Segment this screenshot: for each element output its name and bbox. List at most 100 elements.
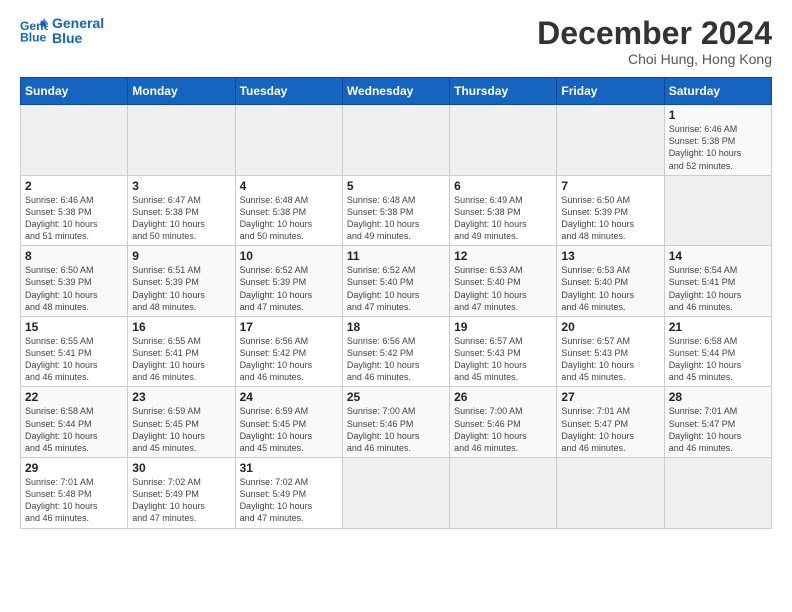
day-cell: 9Sunrise: 6:51 AM Sunset: 5:39 PM Daylig… <box>128 246 235 317</box>
week-row-6: 29Sunrise: 7:01 AM Sunset: 5:48 PM Dayli… <box>21 458 772 529</box>
day-detail: Sunrise: 6:58 AM Sunset: 5:44 PM Dayligh… <box>669 335 767 384</box>
col-header-monday: Monday <box>128 78 235 105</box>
day-detail: Sunrise: 6:54 AM Sunset: 5:41 PM Dayligh… <box>669 264 767 313</box>
day-detail: Sunrise: 6:56 AM Sunset: 5:42 PM Dayligh… <box>240 335 338 384</box>
day-number: 11 <box>347 249 445 263</box>
week-row-3: 8Sunrise: 6:50 AM Sunset: 5:39 PM Daylig… <box>21 246 772 317</box>
logo-icon: General Blue <box>20 17 48 45</box>
day-number: 28 <box>669 390 767 404</box>
day-number: 8 <box>25 249 123 263</box>
calendar-body: 1Sunrise: 6:46 AM Sunset: 5:38 PM Daylig… <box>21 105 772 528</box>
day-number: 4 <box>240 179 338 193</box>
day-cell: 2Sunrise: 6:46 AM Sunset: 5:38 PM Daylig… <box>21 175 128 246</box>
day-cell: 17Sunrise: 6:56 AM Sunset: 5:42 PM Dayli… <box>235 316 342 387</box>
day-cell: 27Sunrise: 7:01 AM Sunset: 5:47 PM Dayli… <box>557 387 664 458</box>
day-cell <box>235 105 342 176</box>
day-number: 22 <box>25 390 123 404</box>
day-cell: 14Sunrise: 6:54 AM Sunset: 5:41 PM Dayli… <box>664 246 771 317</box>
calendar-table: SundayMondayTuesdayWednesdayThursdayFrid… <box>20 77 772 528</box>
col-header-sunday: Sunday <box>21 78 128 105</box>
day-detail: Sunrise: 6:48 AM Sunset: 5:38 PM Dayligh… <box>240 194 338 243</box>
svg-text:Blue: Blue <box>20 31 47 45</box>
day-detail: Sunrise: 7:01 AM Sunset: 5:47 PM Dayligh… <box>669 405 767 454</box>
day-number: 12 <box>454 249 552 263</box>
day-cell: 4Sunrise: 6:48 AM Sunset: 5:38 PM Daylig… <box>235 175 342 246</box>
day-detail: Sunrise: 6:55 AM Sunset: 5:41 PM Dayligh… <box>132 335 230 384</box>
day-detail: Sunrise: 6:57 AM Sunset: 5:43 PM Dayligh… <box>561 335 659 384</box>
day-cell: 28Sunrise: 7:01 AM Sunset: 5:47 PM Dayli… <box>664 387 771 458</box>
day-cell: 31Sunrise: 7:02 AM Sunset: 5:49 PM Dayli… <box>235 458 342 529</box>
day-number: 3 <box>132 179 230 193</box>
day-detail: Sunrise: 6:53 AM Sunset: 5:40 PM Dayligh… <box>454 264 552 313</box>
day-number: 7 <box>561 179 659 193</box>
day-cell: 29Sunrise: 7:01 AM Sunset: 5:48 PM Dayli… <box>21 458 128 529</box>
col-header-thursday: Thursday <box>450 78 557 105</box>
day-cell: 11Sunrise: 6:52 AM Sunset: 5:40 PM Dayli… <box>342 246 449 317</box>
day-detail: Sunrise: 6:50 AM Sunset: 5:39 PM Dayligh… <box>561 194 659 243</box>
day-detail: Sunrise: 6:46 AM Sunset: 5:38 PM Dayligh… <box>25 194 123 243</box>
week-row-1: 1Sunrise: 6:46 AM Sunset: 5:38 PM Daylig… <box>21 105 772 176</box>
day-cell: 22Sunrise: 6:58 AM Sunset: 5:44 PM Dayli… <box>21 387 128 458</box>
day-number: 21 <box>669 320 767 334</box>
day-detail: Sunrise: 7:02 AM Sunset: 5:49 PM Dayligh… <box>132 476 230 525</box>
week-row-2: 2Sunrise: 6:46 AM Sunset: 5:38 PM Daylig… <box>21 175 772 246</box>
col-header-tuesday: Tuesday <box>235 78 342 105</box>
day-number: 25 <box>347 390 445 404</box>
day-cell: 3Sunrise: 6:47 AM Sunset: 5:38 PM Daylig… <box>128 175 235 246</box>
day-detail: Sunrise: 6:49 AM Sunset: 5:38 PM Dayligh… <box>454 194 552 243</box>
day-number: 19 <box>454 320 552 334</box>
day-cell: 8Sunrise: 6:50 AM Sunset: 5:39 PM Daylig… <box>21 246 128 317</box>
day-number: 20 <box>561 320 659 334</box>
month-title: December 2024 <box>537 16 772 51</box>
day-detail: Sunrise: 6:47 AM Sunset: 5:38 PM Dayligh… <box>132 194 230 243</box>
day-cell: 18Sunrise: 6:56 AM Sunset: 5:42 PM Dayli… <box>342 316 449 387</box>
day-cell: 21Sunrise: 6:58 AM Sunset: 5:44 PM Dayli… <box>664 316 771 387</box>
day-detail: Sunrise: 6:57 AM Sunset: 5:43 PM Dayligh… <box>454 335 552 384</box>
calendar-header-row: SundayMondayTuesdayWednesdayThursdayFrid… <box>21 78 772 105</box>
day-detail: Sunrise: 6:50 AM Sunset: 5:39 PM Dayligh… <box>25 264 123 313</box>
day-detail: Sunrise: 6:58 AM Sunset: 5:44 PM Dayligh… <box>25 405 123 454</box>
logo-line1: General <box>52 16 104 31</box>
col-header-saturday: Saturday <box>664 78 771 105</box>
day-cell <box>450 105 557 176</box>
day-number: 18 <box>347 320 445 334</box>
day-cell: 23Sunrise: 6:59 AM Sunset: 5:45 PM Dayli… <box>128 387 235 458</box>
day-number: 23 <box>132 390 230 404</box>
day-cell <box>557 458 664 529</box>
day-cell: 16Sunrise: 6:55 AM Sunset: 5:41 PM Dayli… <box>128 316 235 387</box>
day-cell: 24Sunrise: 6:59 AM Sunset: 5:45 PM Dayli… <box>235 387 342 458</box>
day-cell <box>342 105 449 176</box>
day-cell: 15Sunrise: 6:55 AM Sunset: 5:41 PM Dayli… <box>21 316 128 387</box>
day-detail: Sunrise: 7:01 AM Sunset: 5:48 PM Dayligh… <box>25 476 123 525</box>
day-cell: 7Sunrise: 6:50 AM Sunset: 5:39 PM Daylig… <box>557 175 664 246</box>
day-number: 31 <box>240 461 338 475</box>
day-cell: 10Sunrise: 6:52 AM Sunset: 5:39 PM Dayli… <box>235 246 342 317</box>
day-number: 5 <box>347 179 445 193</box>
logo: General Blue General Blue <box>20 16 104 47</box>
logo-line2: Blue <box>52 31 104 46</box>
day-detail: Sunrise: 6:56 AM Sunset: 5:42 PM Dayligh… <box>347 335 445 384</box>
day-number: 17 <box>240 320 338 334</box>
day-cell: 13Sunrise: 6:53 AM Sunset: 5:40 PM Dayli… <box>557 246 664 317</box>
col-header-friday: Friday <box>557 78 664 105</box>
day-number: 24 <box>240 390 338 404</box>
day-detail: Sunrise: 7:00 AM Sunset: 5:46 PM Dayligh… <box>347 405 445 454</box>
day-number: 6 <box>454 179 552 193</box>
col-header-wednesday: Wednesday <box>342 78 449 105</box>
day-detail: Sunrise: 6:53 AM Sunset: 5:40 PM Dayligh… <box>561 264 659 313</box>
day-number: 13 <box>561 249 659 263</box>
day-detail: Sunrise: 7:01 AM Sunset: 5:47 PM Dayligh… <box>561 405 659 454</box>
day-number: 26 <box>454 390 552 404</box>
day-cell: 12Sunrise: 6:53 AM Sunset: 5:40 PM Dayli… <box>450 246 557 317</box>
day-cell <box>342 458 449 529</box>
day-cell: 26Sunrise: 7:00 AM Sunset: 5:46 PM Dayli… <box>450 387 557 458</box>
day-detail: Sunrise: 6:55 AM Sunset: 5:41 PM Dayligh… <box>25 335 123 384</box>
day-number: 30 <box>132 461 230 475</box>
day-detail: Sunrise: 6:52 AM Sunset: 5:39 PM Dayligh… <box>240 264 338 313</box>
day-cell: 6Sunrise: 6:49 AM Sunset: 5:38 PM Daylig… <box>450 175 557 246</box>
day-cell <box>21 105 128 176</box>
day-number: 10 <box>240 249 338 263</box>
location: Choi Hung, Hong Kong <box>537 51 772 67</box>
day-number: 15 <box>25 320 123 334</box>
day-cell <box>557 105 664 176</box>
